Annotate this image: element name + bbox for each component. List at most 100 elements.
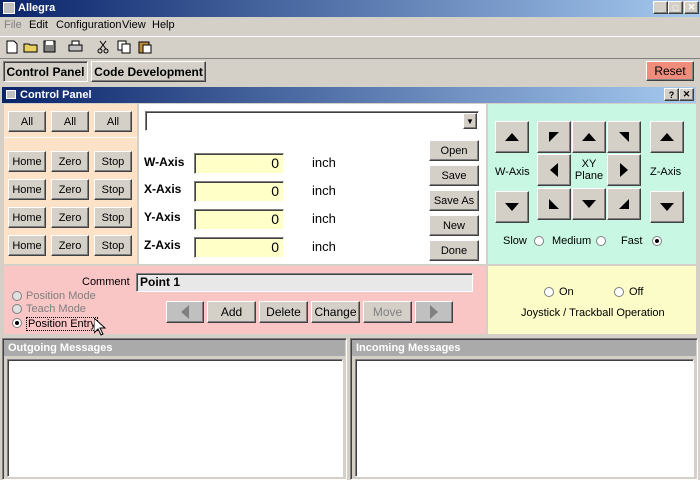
z-axis-down-button[interactable] (650, 191, 684, 223)
stop-z-button[interactable]: Stop (94, 235, 132, 256)
menu-help[interactable]: Help (152, 19, 175, 31)
menu-bar: File Edit Configuration View Help (0, 17, 700, 35)
joystick-off-radio[interactable] (614, 287, 624, 297)
menu-configuration[interactable]: Configuration (56, 19, 121, 31)
new-file-icon[interactable] (2, 37, 21, 56)
panel-help-button[interactable]: ? (664, 88, 679, 101)
xy-right-button[interactable] (607, 154, 641, 186)
close-window-button[interactable]: ✕ (684, 1, 699, 14)
copy-icon[interactable] (114, 37, 133, 56)
maximize-button[interactable]: □ (668, 1, 683, 14)
all-button-1[interactable]: All (8, 111, 46, 132)
home-y-button[interactable]: Home (8, 207, 46, 228)
w-axis-down-button[interactable] (495, 191, 529, 223)
print-icon[interactable] (66, 37, 85, 56)
jog-z-axis-label: Z-Axis (650, 166, 682, 178)
xy-down-button[interactable] (572, 188, 606, 220)
jog-section: W-Axis XY Plane Z-Axis Slow Medium Fast (488, 104, 696, 264)
tab-control-panel[interactable]: Control Panel (3, 61, 88, 82)
z-axis-field[interactable]: 0 (194, 237, 284, 258)
w-axis-field[interactable]: 0 (194, 153, 284, 174)
zero-x-button[interactable]: Zero (51, 179, 89, 200)
position-entry-radio[interactable] (12, 318, 22, 328)
app-title-bar: Allegra _ □ ✕ (0, 0, 700, 17)
axis-control-section: All All All Home Zero Stop Home Zero Sto… (4, 104, 137, 264)
joystick-off-label: Off (629, 286, 644, 298)
x-axis-unit: inch (312, 183, 336, 198)
dropdown-arrow-icon[interactable]: ▼ (463, 113, 477, 129)
panel-close-button[interactable]: ✕ (679, 88, 694, 101)
arrow-left-icon (181, 305, 189, 319)
stop-y-button[interactable]: Stop (94, 207, 132, 228)
speed-medium-label: Medium (552, 235, 592, 247)
xy-down-right-button[interactable] (607, 188, 641, 220)
arrow-down-left-icon (549, 199, 559, 209)
menu-file[interactable]: File (4, 19, 22, 31)
done-button[interactable]: Done (429, 240, 479, 261)
toolbar (0, 36, 700, 58)
menu-view[interactable]: View (122, 19, 146, 31)
comment-field[interactable]: Point 1 (136, 273, 473, 292)
stop-x-button[interactable]: Stop (94, 179, 132, 200)
w-axis-label: W-Axis (144, 155, 185, 169)
arrow-up-right-icon (619, 132, 629, 142)
speed-medium-radio[interactable] (596, 236, 606, 246)
control-panel-title-bar: Control Panel ? ✕ (2, 87, 696, 103)
z-axis-label: Z-Axis (144, 238, 181, 252)
minimize-button[interactable]: _ (653, 1, 668, 14)
incoming-messages-box[interactable] (355, 359, 694, 477)
home-z-button[interactable]: Home (8, 235, 46, 256)
y-axis-field[interactable]: 0 (194, 209, 284, 230)
arrow-down-icon (505, 203, 519, 211)
previous-point-button[interactable] (166, 301, 204, 323)
incoming-messages-header: Incoming Messages (352, 340, 696, 356)
speed-fast-radio[interactable] (652, 236, 662, 246)
y-axis-label: Y-Axis (144, 210, 181, 224)
point-section: Comment Point 1 Position Mode Teach Mode… (4, 266, 486, 336)
speed-slow-radio[interactable] (534, 236, 544, 246)
w-axis-up-button[interactable] (495, 121, 529, 153)
position-mode-radio[interactable] (12, 291, 22, 301)
home-w-button[interactable]: Home (8, 151, 46, 172)
change-point-button[interactable]: Change (311, 301, 360, 323)
cut-icon[interactable] (93, 37, 112, 56)
x-axis-label: X-Axis (144, 182, 182, 196)
zero-w-button[interactable]: Zero (51, 151, 89, 172)
new-button[interactable]: New (429, 215, 479, 236)
position-mode-label: Position Mode (26, 290, 96, 302)
open-folder-icon[interactable] (21, 37, 40, 56)
xy-up-right-button[interactable] (607, 121, 641, 153)
outgoing-messages-box[interactable] (7, 359, 343, 477)
zero-y-button[interactable]: Zero (51, 207, 89, 228)
menu-edit[interactable]: Edit (29, 19, 48, 31)
all-button-3[interactable]: All (94, 111, 132, 132)
home-x-button[interactable]: Home (8, 179, 46, 200)
paste-icon[interactable] (135, 37, 154, 56)
file-dropdown[interactable]: ▼ (145, 111, 479, 131)
x-axis-field[interactable]: 0 (194, 181, 284, 202)
comment-label: Comment (82, 276, 130, 288)
save-disk-icon[interactable] (40, 37, 59, 56)
next-point-button[interactable] (415, 301, 453, 323)
tab-code-development[interactable]: Code Development (91, 61, 206, 82)
tab-bar: Control Panel Code Development Reset (0, 58, 700, 83)
save-button[interactable]: Save (429, 165, 479, 186)
save-as-button[interactable]: Save As (429, 190, 479, 211)
stop-w-button[interactable]: Stop (94, 151, 132, 172)
xy-up-button[interactable] (572, 121, 606, 153)
outgoing-messages-pane: Outgoing Messages (2, 338, 347, 480)
reset-button[interactable]: Reset (646, 61, 694, 81)
open-button[interactable]: Open (429, 140, 479, 161)
xy-up-left-button[interactable] (537, 121, 571, 153)
add-point-button[interactable]: Add (207, 301, 256, 323)
delete-point-button[interactable]: Delete (259, 301, 308, 323)
z-axis-up-button[interactable] (650, 121, 684, 153)
xy-down-left-button[interactable] (537, 188, 571, 220)
arrow-up-icon (505, 133, 519, 141)
xy-left-button[interactable] (537, 154, 571, 186)
all-button-2[interactable]: All (51, 111, 89, 132)
move-point-button[interactable]: Move (363, 301, 412, 323)
teach-mode-radio[interactable] (12, 304, 22, 314)
joystick-on-radio[interactable] (544, 287, 554, 297)
zero-z-button[interactable]: Zero (51, 235, 89, 256)
